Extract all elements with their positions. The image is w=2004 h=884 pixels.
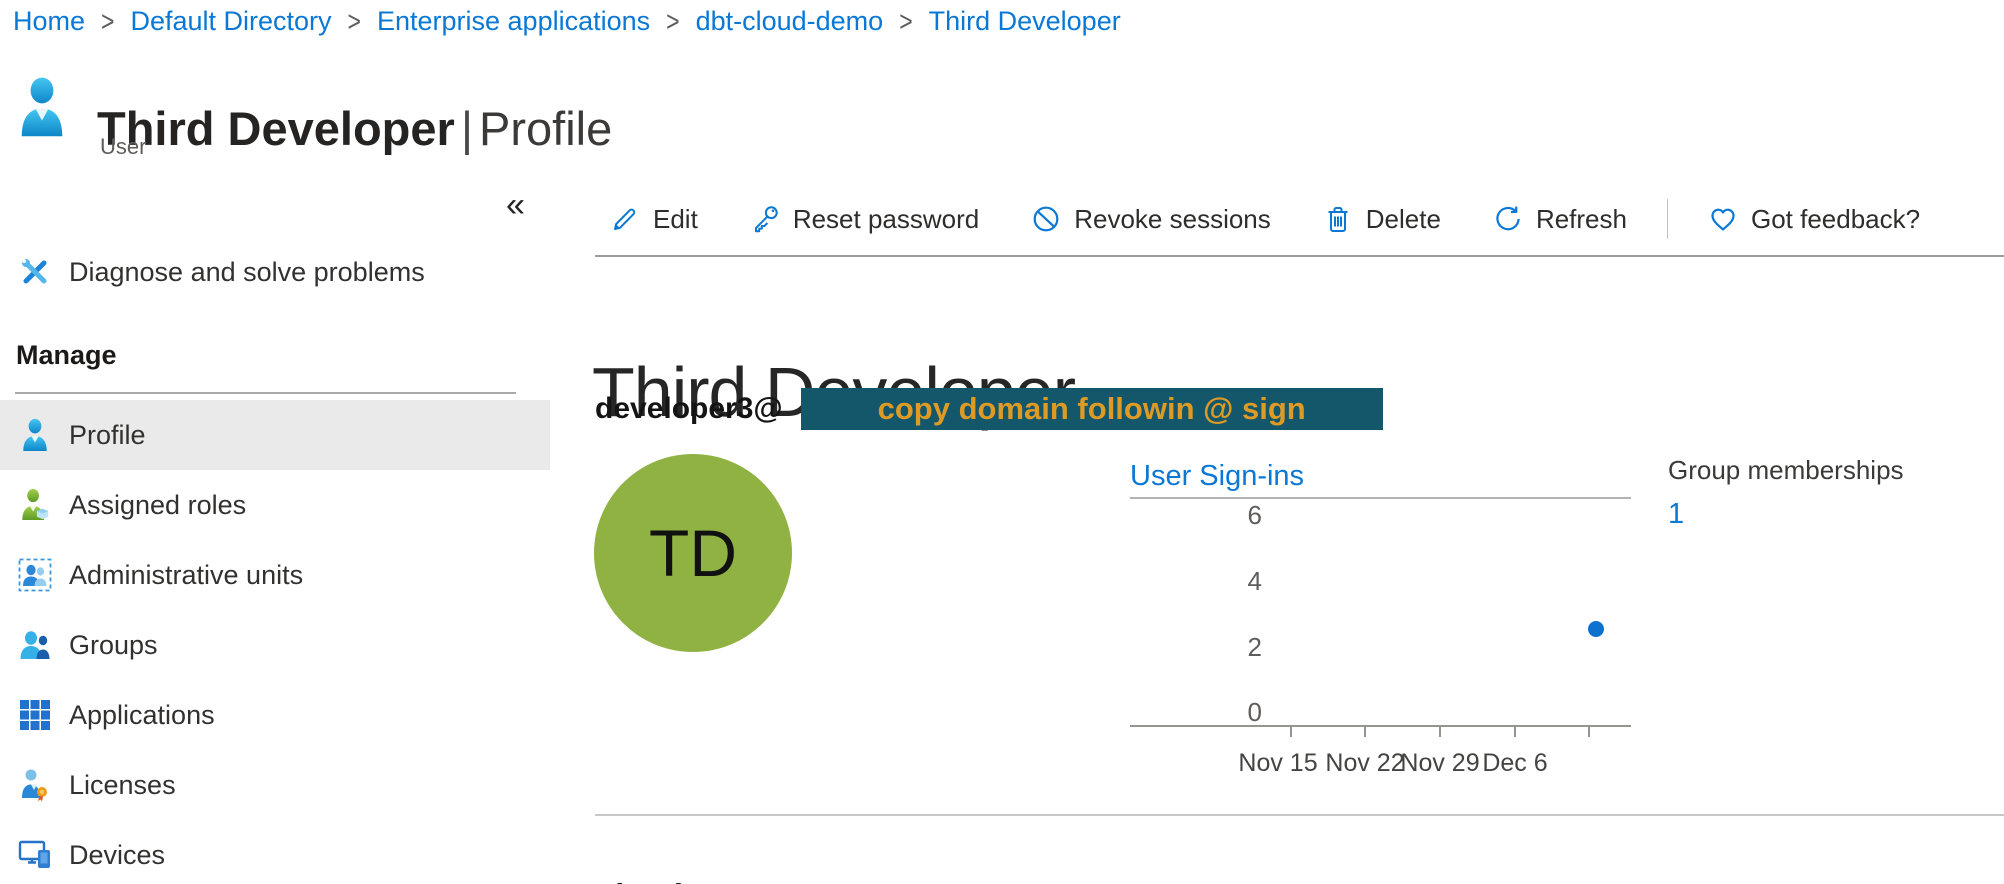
y-tick-6: 6 bbox=[1130, 499, 1262, 531]
block-icon bbox=[1031, 204, 1061, 234]
sidebar-item-label: Administrative units bbox=[69, 560, 303, 591]
breadcrumb-separator: > bbox=[666, 5, 679, 39]
sidebar-item-applications[interactable]: Applications bbox=[0, 680, 550, 750]
sidebar-item-label: Applications bbox=[69, 700, 215, 731]
x-tick-mark bbox=[1588, 727, 1590, 737]
group-memberships-count-link[interactable]: 1 bbox=[1668, 498, 1684, 531]
identity-section-heading: Identity bbox=[595, 877, 712, 884]
page-title-suffix: Profile bbox=[479, 102, 612, 155]
sidebar-item-label: Assigned roles bbox=[69, 490, 246, 521]
sidebar-item-devices[interactable]: Devices bbox=[0, 820, 550, 884]
x-tick-mark bbox=[1439, 727, 1441, 737]
x-tick-mark bbox=[1290, 727, 1292, 737]
toolbar-underline bbox=[595, 255, 2004, 257]
y-tick-2: 2 bbox=[1130, 631, 1262, 663]
sidebar-item-diagnose[interactable]: Diagnose and solve problems bbox=[0, 246, 567, 298]
user-sign-ins-link[interactable]: User Sign-ins bbox=[1130, 460, 1304, 493]
breadcrumb-separator: > bbox=[348, 5, 361, 39]
breadcrumb-home[interactable]: Home bbox=[13, 6, 85, 37]
x-tick-mark bbox=[1514, 727, 1516, 737]
sidebar-item-profile[interactable]: Profile bbox=[0, 400, 550, 470]
reset-password-label: Reset password bbox=[793, 204, 979, 235]
sidebar-section-manage: Manage bbox=[16, 340, 117, 371]
sidebar-item-administrative-units[interactable]: Administrative units bbox=[0, 540, 550, 610]
sign-in-data-point bbox=[1588, 621, 1604, 637]
toolbar-divider bbox=[1667, 199, 1668, 239]
section-divider bbox=[595, 814, 2004, 816]
reset-password-button[interactable]: Reset password bbox=[750, 204, 979, 235]
sidebar-item-label: Groups bbox=[69, 630, 158, 661]
revoke-sessions-label: Revoke sessions bbox=[1074, 204, 1271, 235]
devices-icon bbox=[17, 837, 53, 873]
sidebar-item-groups[interactable]: Groups bbox=[0, 610, 550, 680]
breadcrumb-separator: > bbox=[899, 5, 912, 39]
sidebar-item-assigned-roles[interactable]: Assigned roles bbox=[0, 470, 550, 540]
breadcrumb: Home > Default Directory > Enterprise ap… bbox=[13, 6, 1121, 37]
refresh-icon bbox=[1493, 204, 1523, 234]
breadcrumb-enterprise-applications[interactable]: Enterprise applications bbox=[377, 6, 650, 37]
user-sign-ins-chart: User Sign-ins 6 4 2 0 Nov 15 Nov 22 Nov … bbox=[1130, 458, 1631, 788]
group-memberships-label: Group memberships bbox=[1668, 455, 1904, 486]
edit-button[interactable]: Edit bbox=[610, 204, 698, 235]
y-tick-0: 0 bbox=[1130, 696, 1262, 728]
diagnose-tools-icon bbox=[17, 254, 53, 290]
got-feedback-button[interactable]: Got feedback? bbox=[1708, 204, 1920, 235]
pencil-icon bbox=[610, 204, 640, 234]
x-label-dec6: Dec 6 bbox=[1460, 749, 1570, 778]
person-icon bbox=[17, 417, 53, 453]
y-tick-4: 4 bbox=[1130, 565, 1262, 597]
people-icon bbox=[17, 627, 53, 663]
sidebar-divider bbox=[15, 392, 516, 394]
avatar[interactable]: TD bbox=[594, 454, 792, 652]
revoke-sessions-button[interactable]: Revoke sessions bbox=[1031, 204, 1271, 235]
got-feedback-label: Got feedback? bbox=[1751, 204, 1920, 235]
sidebar-item-licenses[interactable]: Licenses bbox=[0, 750, 550, 820]
x-tick-mark bbox=[1364, 727, 1366, 737]
sidebar-item-label: Diagnose and solve problems bbox=[69, 257, 425, 288]
page-title: Third Developer|Profile bbox=[97, 101, 612, 156]
page-subtitle: User bbox=[100, 134, 146, 160]
heart-icon bbox=[1708, 204, 1738, 234]
sidebar-nav: Profile Assigned roles bbox=[0, 400, 550, 884]
sidebar-collapse-button[interactable]: « bbox=[506, 188, 525, 222]
user-avatar-icon bbox=[18, 76, 66, 138]
delete-button[interactable]: Delete bbox=[1323, 204, 1441, 235]
admin-units-icon bbox=[17, 557, 53, 593]
breadcrumb-third-developer[interactable]: Third Developer bbox=[929, 6, 1121, 37]
refresh-button[interactable]: Refresh bbox=[1493, 204, 1627, 235]
x-axis-line bbox=[1130, 725, 1631, 727]
upn-prefix: developer3@ bbox=[595, 392, 783, 426]
refresh-label: Refresh bbox=[1536, 204, 1627, 235]
key-icon bbox=[750, 204, 780, 234]
group-memberships-block: Group memberships 1 bbox=[1668, 455, 1904, 531]
license-badge-icon bbox=[17, 767, 53, 803]
page-title-pipe: | bbox=[455, 102, 479, 155]
sidebar-item-label: Profile bbox=[69, 420, 146, 451]
user-principal-name: developer3@ copy domain followin @ sign bbox=[595, 388, 1383, 430]
sidebar-item-label: Devices bbox=[69, 840, 165, 871]
page-title-name: Third Developer bbox=[97, 102, 455, 155]
delete-label: Delete bbox=[1366, 204, 1441, 235]
breadcrumb-default-directory[interactable]: Default Directory bbox=[130, 6, 331, 37]
command-bar: Edit Reset password Revoke sessions bbox=[610, 196, 1920, 242]
person-role-icon bbox=[17, 487, 53, 523]
breadcrumb-dbt-cloud-demo[interactable]: dbt-cloud-demo bbox=[696, 6, 884, 37]
redaction-overlay: copy domain followin @ sign bbox=[801, 388, 1383, 430]
grid-icon bbox=[17, 697, 53, 733]
edit-label: Edit bbox=[653, 204, 698, 235]
sidebar-item-label: Licenses bbox=[69, 770, 176, 801]
azure-user-profile-page: Home > Default Directory > Enterprise ap… bbox=[0, 0, 2004, 884]
trash-icon bbox=[1323, 204, 1353, 234]
breadcrumb-separator: > bbox=[101, 5, 114, 39]
